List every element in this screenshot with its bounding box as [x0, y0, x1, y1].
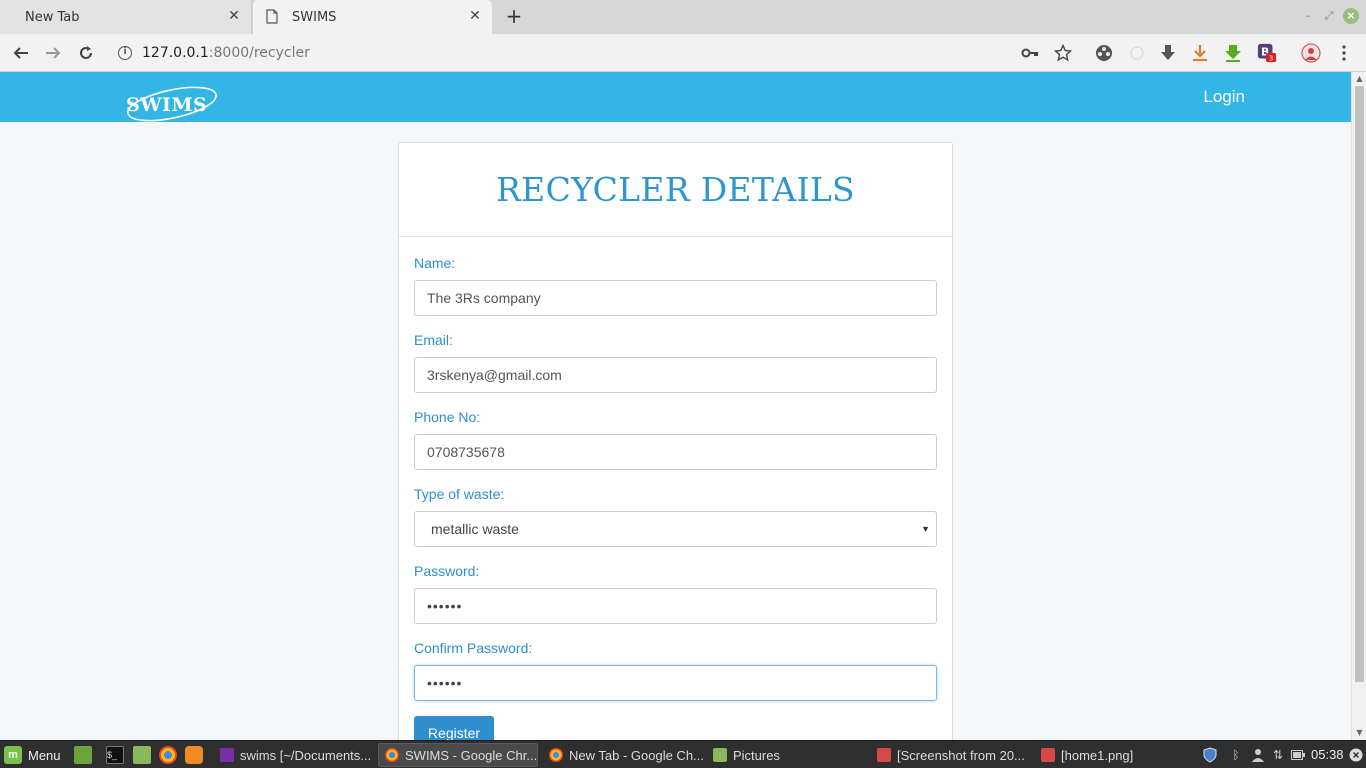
green-download-icon[interactable]	[1223, 43, 1243, 63]
folder-icon	[713, 748, 727, 762]
tab-title: New Tab	[25, 9, 80, 25]
site-navbar: SWIMS Login	[0, 72, 1351, 122]
chrome-launcher-icon[interactable]	[159, 746, 177, 764]
mint-logo-icon: m	[4, 746, 22, 764]
task-home1-png[interactable]: [home1.png]	[1035, 743, 1195, 767]
user-icon[interactable]	[1250, 747, 1266, 763]
download-manager-icon[interactable]	[1190, 43, 1210, 63]
task-swims-chrome[interactable]: SWIMS - Google Chr...	[378, 743, 538, 767]
reload-icon[interactable]	[75, 42, 97, 64]
terminal-icon[interactable]: $_	[106, 746, 124, 764]
card-header: RECYCLER DETAILS	[399, 143, 952, 237]
close-icon[interactable]	[1348, 747, 1364, 763]
email-input[interactable]: 3rskenya@gmail.com	[414, 357, 937, 393]
bluetooth-icon[interactable]: ᛒ	[1228, 747, 1244, 763]
phpstorm-icon	[220, 748, 234, 762]
chrome-icon	[385, 748, 399, 762]
bootstrap-extension-icon[interactable]: B3	[1257, 43, 1277, 63]
tab-swims[interactable]: SWIMS ✕	[253, 0, 492, 34]
recycler-form: Name: The 3Rs company Email: 3rskenya@gm…	[399, 237, 952, 740]
password-field-group: Password: ••••••	[414, 563, 937, 624]
forward-arrow-icon[interactable]	[42, 42, 64, 64]
confirm-password-field-group: Confirm Password: ••••••	[414, 640, 937, 701]
waste-type-label: Type of waste:	[414, 486, 505, 502]
extension-badge-count: 3	[1269, 53, 1274, 62]
name-field-group: Name: The 3Rs company	[414, 255, 937, 316]
scroll-up-arrow-icon[interactable]: ▲	[1355, 74, 1364, 83]
show-desktop-icon[interactable]	[74, 746, 92, 764]
tab-title: SWIMS	[292, 9, 337, 25]
window-close-icon[interactable]: ×	[1343, 8, 1359, 24]
password-input[interactable]: ••••••	[414, 588, 937, 624]
phone-field-group: Phone No: 0708735678	[414, 409, 937, 470]
confirm-password-input[interactable]: ••••••	[414, 665, 937, 701]
menu-label: Menu	[28, 747, 61, 763]
swims-logo[interactable]: SWIMS	[124, 82, 220, 122]
network-icon[interactable]: ⇅	[1270, 747, 1286, 763]
password-label: Password:	[414, 563, 480, 579]
email-label: Email:	[414, 332, 453, 348]
page-icon	[266, 9, 280, 25]
waste-type-selected: metallic waste	[431, 521, 519, 537]
register-button[interactable]: Register	[414, 716, 494, 740]
name-input[interactable]: The 3Rs company	[414, 280, 937, 316]
clock[interactable]: 05:38	[1311, 747, 1344, 762]
form-title: RECYCLER DETAILS	[496, 170, 855, 209]
browser-tab-strip: New Tab ✕ SWIMS ✕ + – ⤢ ×	[0, 0, 1366, 34]
dropdown-arrow-icon: ▼	[921, 524, 930, 534]
back-arrow-icon[interactable]	[10, 42, 32, 64]
files-folder-icon[interactable]	[133, 746, 151, 764]
chrome-icon	[549, 748, 563, 762]
task-screenshot[interactable]: [Screenshot from 20...	[871, 743, 1031, 767]
task-pictures[interactable]: Pictures	[707, 743, 867, 767]
scrollbar-thumb[interactable]	[1355, 86, 1364, 682]
new-tab-plus-icon[interactable]: +	[504, 6, 524, 26]
recycler-form-card: RECYCLER DETAILS Name: The 3Rs company E…	[398, 142, 953, 740]
browser-toolbar: i 127.0.0.1:8000/recycler B3	[0, 34, 1366, 72]
name-label: Name:	[414, 255, 456, 271]
desktop-taskbar: m Menu $_ swims [~/Documents... SWIMS - …	[0, 740, 1366, 768]
page-scrollbar[interactable]: ▲ ▼	[1351, 72, 1366, 740]
url-path: :8000/recycler	[208, 45, 310, 61]
kebab-menu-icon[interactable]	[1334, 43, 1354, 63]
logo-text: SWIMS	[126, 94, 208, 116]
tab-new-tab[interactable]: New Tab ✕	[0, 0, 252, 34]
info-icon[interactable]: i	[118, 46, 132, 60]
image-viewer-icon	[1041, 748, 1055, 762]
download-arrow-icon[interactable]	[1158, 43, 1178, 63]
start-menu-button[interactable]: m Menu	[4, 745, 61, 765]
task-new-tab-chrome[interactable]: New Tab - Google Ch...	[543, 743, 703, 767]
email-field-group: Email: 3rskenya@gmail.com	[414, 332, 937, 393]
task-swims-ide[interactable]: swims [~/Documents...	[214, 743, 374, 767]
phone-label: Phone No:	[414, 409, 481, 425]
maximize-icon[interactable]: ⤢	[1321, 8, 1337, 24]
key-icon[interactable]	[1020, 43, 1040, 63]
image-viewer-icon	[877, 748, 891, 762]
phone-input[interactable]: 0708735678	[414, 434, 937, 470]
app-launcher-icon[interactable]	[185, 746, 203, 764]
battery-icon[interactable]	[1290, 747, 1306, 763]
url-host: 127.0.0.1	[142, 45, 209, 61]
address-bar[interactable]: i 127.0.0.1:8000/recycler	[108, 38, 1008, 68]
tab-close-icon[interactable]: ✕	[468, 9, 482, 23]
scroll-down-arrow-icon[interactable]: ▼	[1355, 728, 1364, 737]
web-page: SWIMS Login RECYCLER DETAILS Name: The 3…	[0, 72, 1351, 740]
shield-icon[interactable]	[1202, 747, 1218, 763]
faded-extension-icon[interactable]	[1127, 43, 1147, 63]
minimize-icon[interactable]: –	[1300, 8, 1316, 24]
login-link[interactable]: Login	[1203, 87, 1245, 107]
waste-type-field-group: Type of waste: metallic waste ▼	[414, 486, 937, 547]
tab-close-icon[interactable]: ✕	[227, 9, 241, 23]
film-reel-extension-icon[interactable]	[1094, 43, 1114, 63]
profile-avatar-icon[interactable]	[1301, 43, 1321, 63]
confirm-password-label: Confirm Password:	[414, 640, 533, 656]
bookmark-star-icon[interactable]	[1053, 43, 1073, 63]
waste-type-select[interactable]: metallic waste ▼	[414, 511, 937, 547]
